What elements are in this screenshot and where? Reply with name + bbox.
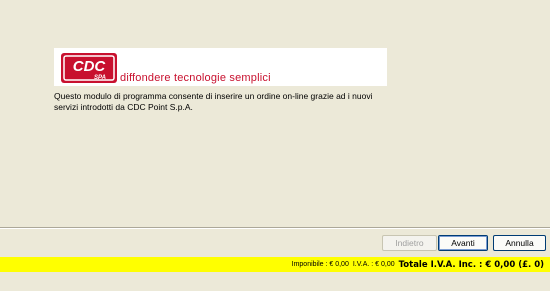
svg-text:SPA: SPA	[94, 75, 106, 81]
imponibile-value: Imponibile : € 0,00	[291, 261, 349, 268]
total-value: Totale I.V.A. Inc. : € 0,00 (£. 0)	[398, 259, 544, 270]
back-button[interactable]: Indietro	[382, 235, 437, 251]
header-banner: CDC SPA diffondere tecnologie semplici	[54, 48, 387, 86]
cancel-button[interactable]: Annulla	[493, 235, 546, 251]
description-text: Questo modulo di programma consente di i…	[54, 91, 373, 112]
cdc-logo: CDC SPA	[60, 52, 118, 84]
iva-value: I.V.A. : € 0,00	[352, 261, 395, 268]
svg-text:CDC: CDC	[73, 58, 107, 75]
next-button[interactable]: Avanti	[438, 235, 488, 251]
divider	[0, 227, 550, 229]
tagline: diffondere tecnologie semplici	[120, 72, 271, 84]
totals-bar: Imponibile : € 0,00 I.V.A. : € 0,00 Tota…	[0, 257, 550, 272]
